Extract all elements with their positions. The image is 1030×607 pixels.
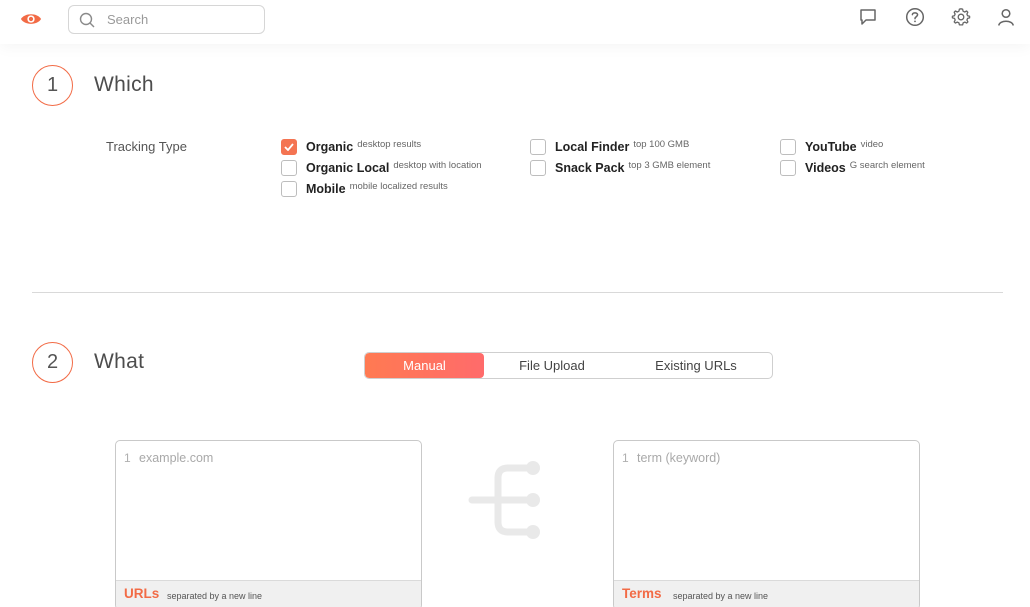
urls-textarea[interactable]: 1 example.com URLs separated by a new li… (115, 440, 422, 607)
step-number-2: 2 (32, 342, 73, 383)
option-desc: mobile localized results (349, 180, 448, 192)
option-snack-pack[interactable]: Snack Pack top 3 GMB element (530, 160, 710, 176)
local-finder-checkbox[interactable] (530, 139, 546, 155)
option-desc: top 100 GMB (633, 138, 690, 150)
terms-footer-note: separated by a new line (673, 591, 769, 601)
option-local-finder[interactable]: Local Finder top 100 GMB (530, 139, 689, 155)
section-divider (32, 292, 1003, 293)
option-name: YouTube (805, 140, 857, 154)
option-name: Videos (805, 161, 846, 175)
input-mode-tabs: Manual File Upload Existing URLs (364, 352, 773, 379)
chat-icon[interactable] (858, 7, 878, 27)
option-name: Local Finder (555, 140, 630, 154)
terms-textarea[interactable]: 1 term (keyword) Terms separated by a ne… (613, 440, 920, 607)
user-icon[interactable] (996, 7, 1016, 27)
organic-local-checkbox[interactable] (281, 160, 297, 176)
branch-connector-icon (468, 461, 540, 539)
option-desc: desktop with location (393, 159, 482, 171)
tracking-type-label: Tracking Type (106, 139, 187, 154)
option-name: Organic (306, 140, 354, 154)
top-bar: Search (0, 0, 1030, 44)
section-title-which: Which (94, 73, 154, 96)
eye-icon[interactable] (20, 10, 42, 28)
tab-manual[interactable]: Manual (365, 353, 484, 378)
option-organic[interactable]: Organic desktop results (281, 139, 421, 155)
option-name: Mobile (306, 182, 346, 196)
gear-icon[interactable] (951, 7, 971, 27)
search-icon (79, 12, 95, 28)
option-name: Organic Local (306, 161, 390, 175)
search-input[interactable]: Search (68, 5, 265, 34)
option-name: Snack Pack (555, 161, 625, 175)
option-organic-local[interactable]: Organic Local desktop with location (281, 160, 482, 176)
mobile-checkbox[interactable] (281, 181, 297, 197)
option-desc: video (860, 138, 884, 150)
option-desc: desktop results (357, 138, 422, 150)
terms-footer-title: Terms (622, 586, 662, 601)
terms-footer: Terms separated by a new line (614, 580, 919, 607)
line-number: 1 (622, 451, 629, 465)
urls-placeholder: example.com (139, 451, 214, 465)
option-youtube[interactable]: YouTube video (780, 139, 883, 155)
line-number: 1 (124, 451, 131, 465)
help-icon[interactable] (905, 7, 925, 27)
option-mobile[interactable]: Mobile mobile localized results (281, 181, 448, 197)
organic-checkbox[interactable] (281, 139, 297, 155)
tab-existing-urls[interactable]: Existing URLs (620, 353, 772, 378)
option-desc: G search element (849, 159, 925, 171)
option-videos[interactable]: Videos G search element (780, 160, 925, 176)
section-title-what: What (94, 350, 145, 373)
youtube-checkbox[interactable] (780, 139, 796, 155)
check-icon (284, 143, 294, 151)
terms-placeholder: term (keyword) (637, 451, 721, 465)
videos-checkbox[interactable] (780, 160, 796, 176)
urls-footer: URLs separated by a new line (116, 580, 421, 607)
snack-pack-checkbox[interactable] (530, 160, 546, 176)
search-placeholder: Search (107, 12, 149, 27)
tab-file-upload[interactable]: File Upload (484, 353, 620, 378)
step-number-1: 1 (32, 65, 73, 106)
urls-footer-note: separated by a new line (167, 591, 263, 601)
option-desc: top 3 GMB element (628, 159, 711, 171)
urls-footer-title: URLs (124, 586, 160, 601)
